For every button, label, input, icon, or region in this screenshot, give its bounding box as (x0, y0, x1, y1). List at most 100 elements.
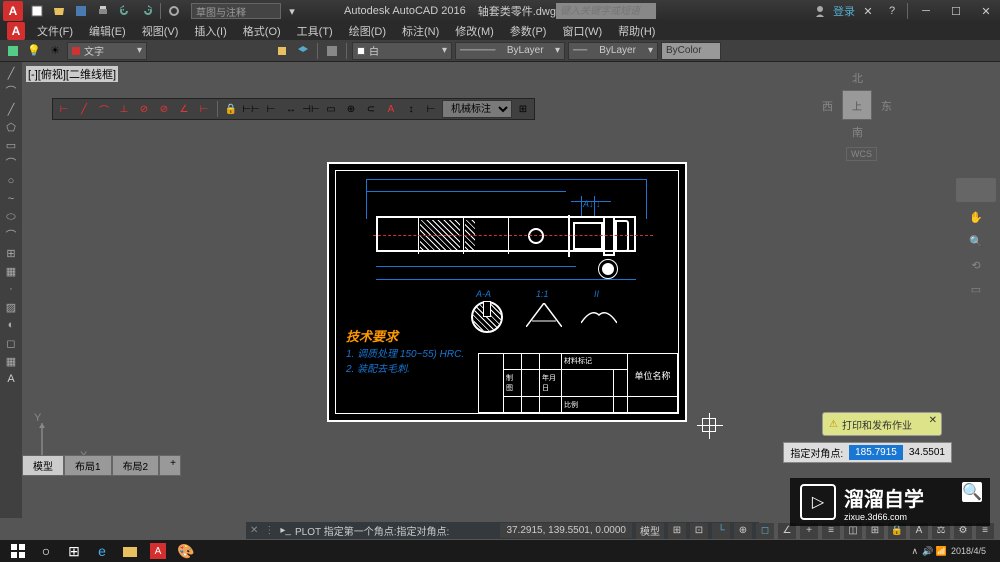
showmotion-icon[interactable]: ▭ (967, 280, 985, 298)
menu-file[interactable]: 文件(F) (29, 23, 81, 39)
circle-icon[interactable]: ○ (1, 172, 21, 190)
dim-edit-icon[interactable]: A (382, 100, 400, 118)
cmd-expand-icon[interactable]: ⋮ (264, 525, 274, 536)
maximize-button[interactable]: ☐ (942, 2, 970, 20)
pan-icon[interactable]: ✋ (967, 208, 985, 226)
point-icon[interactable]: · (1, 280, 21, 298)
tab-add[interactable]: + (159, 455, 181, 476)
login-link[interactable]: 登录 (833, 3, 855, 19)
ellipse-arc-icon[interactable]: ⌒ (1, 226, 21, 244)
line-icon[interactable]: ╱ (1, 64, 21, 82)
dim-lock-icon[interactable]: 🔒 (222, 100, 240, 118)
pline-icon[interactable]: ⌒ (1, 82, 21, 100)
dim-break-icon[interactable]: ⊣⊢ (302, 100, 320, 118)
plotstyle-dropdown[interactable]: ByColor (661, 42, 721, 60)
menu-insert[interactable]: 插入(I) (186, 23, 234, 39)
match-icon[interactable] (273, 42, 291, 60)
drawing-canvas[interactable]: [-][俯视][二维线框] ⊢ ╱ ⌒ ⊥ ⊘ ⊘ ∠ ⊢ 🔒 ⊢⊢ ⊢ ↔ ⊣… (22, 62, 952, 518)
dim-base-icon[interactable]: ⊢ (262, 100, 280, 118)
menu-help[interactable]: 帮助(H) (610, 23, 663, 39)
tb-gear-icon[interactable] (164, 1, 184, 21)
autocad-app-icon[interactable]: A (7, 22, 25, 40)
menu-modify[interactable]: 修改(M) (447, 23, 502, 39)
tb-save-icon[interactable] (71, 1, 91, 21)
exchange-icon[interactable]: ✕ (858, 1, 878, 21)
taskview-icon[interactable]: ⊞ (60, 541, 88, 561)
menu-draw[interactable]: 绘图(D) (341, 23, 394, 39)
menu-view[interactable]: 视图(V) (134, 23, 187, 39)
cmd-close-icon[interactable]: ✕ (250, 525, 258, 536)
tb-redo-icon[interactable] (137, 1, 157, 21)
ortho-icon[interactable]: └ (712, 523, 730, 539)
autocad-task-icon[interactable]: A (144, 541, 172, 561)
menu-window[interactable]: 窗口(W) (554, 23, 610, 39)
lineweight-dropdown[interactable]: ──ByLayer▾ (568, 42, 658, 60)
prev-layer-icon[interactable] (323, 42, 341, 60)
paint-icon[interactable]: 🎨 (172, 541, 200, 561)
region-icon[interactable]: ◻ (1, 334, 21, 352)
minimize-button[interactable]: ─ (912, 2, 940, 20)
coord-y-input[interactable]: 34.5501 (903, 445, 951, 460)
coord-x-input[interactable]: 185.7915 (849, 445, 903, 460)
tol-icon[interactable]: ▭ (322, 100, 340, 118)
tb-new-icon[interactable] (27, 1, 47, 21)
dim-upd-icon[interactable]: ⊢ (422, 100, 440, 118)
menu-edit[interactable]: 编辑(E) (81, 23, 134, 39)
spline-icon[interactable]: ~ (1, 190, 21, 208)
center-icon[interactable]: ⊕ (342, 100, 360, 118)
linetype-dropdown[interactable]: ─────ByLayer▾ (455, 42, 565, 60)
insert-icon[interactable]: ⊞ (1, 244, 21, 262)
insp-icon[interactable]: ⊂ (362, 100, 380, 118)
menu-format[interactable]: 格式(O) (235, 23, 289, 39)
balloon-close-icon[interactable]: ✕ (929, 415, 937, 426)
layer-props-icon[interactable] (4, 42, 22, 60)
hatch-icon[interactable]: ▨ (1, 298, 21, 316)
nav-wheel-icon[interactable] (956, 178, 996, 202)
polar-icon[interactable]: ⊕ (734, 523, 752, 539)
viewcube[interactable]: 北 南 西 东 上 (822, 70, 892, 140)
dim-ord-icon[interactable]: ⊥ (115, 100, 133, 118)
tab-layout1[interactable]: 布局1 (64, 455, 112, 476)
dim-dia-icon[interactable]: ⊘ (155, 100, 173, 118)
xline-icon[interactable]: ╱ (1, 100, 21, 118)
menu-tools[interactable]: 工具(T) (289, 23, 341, 39)
tb-undo-icon[interactable] (115, 1, 135, 21)
explorer-icon[interactable] (116, 541, 144, 561)
tb-dropdown-icon[interactable]: ▾ (282, 1, 302, 21)
tab-model[interactable]: 模型 (22, 455, 64, 476)
help-icon[interactable]: ? (882, 1, 902, 21)
taskbar-date[interactable]: 2018/4/5 (951, 546, 986, 556)
arc-icon[interactable]: ⌒ (1, 154, 21, 172)
dim-style-icon[interactable]: ⊞ (514, 100, 532, 118)
dim-arc-icon[interactable]: ⌒ (95, 100, 113, 118)
start-button[interactable] (4, 541, 32, 561)
coords-display[interactable]: 37.2915, 139.5501, 0.0000 (500, 523, 632, 538)
tab-layout2[interactable]: 布局2 (112, 455, 160, 476)
zoom-icon[interactable]: 🔍 (967, 232, 985, 250)
grid-icon[interactable]: ⊞ (668, 523, 686, 539)
layer-dropdown[interactable]: 文字 ▾ (67, 42, 147, 60)
view-label[interactable]: [-][俯视][二维线框] (26, 66, 118, 82)
sun-icon[interactable]: ☀ (46, 42, 64, 60)
polygon-icon[interactable]: ⬠ (1, 118, 21, 136)
mtext-icon[interactable]: A (1, 370, 21, 388)
menu-dim[interactable]: 标注(N) (394, 23, 447, 39)
snap-icon[interactable]: ⊡ (690, 523, 708, 539)
dim-cont-icon[interactable]: ⊢⊢ (242, 100, 260, 118)
dim-aligned-icon[interactable]: ╱ (75, 100, 93, 118)
dim-space-icon[interactable]: ↔ (282, 100, 300, 118)
gradient-icon[interactable]: ◐ (1, 316, 21, 334)
osnap-icon[interactable]: ◻ (756, 523, 774, 539)
dimstyle-dropdown[interactable]: 机械标注 (442, 100, 512, 118)
rect-icon[interactable]: ▭ (1, 136, 21, 154)
search-icon[interactable]: 🔍 (962, 482, 982, 502)
tb-open-icon[interactable] (49, 1, 69, 21)
light-icon[interactable]: 💡 (25, 42, 43, 60)
ellipse-icon[interactable]: ⬭ (1, 208, 21, 226)
workspace-input[interactable] (191, 3, 281, 19)
orbit-icon[interactable]: ⟲ (967, 256, 985, 274)
block-icon[interactable]: ▦ (1, 262, 21, 280)
cortana-icon[interactable]: ○ (32, 541, 60, 561)
close-button[interactable]: ✕ (972, 2, 1000, 20)
wcs-label[interactable]: WCS (846, 147, 877, 161)
